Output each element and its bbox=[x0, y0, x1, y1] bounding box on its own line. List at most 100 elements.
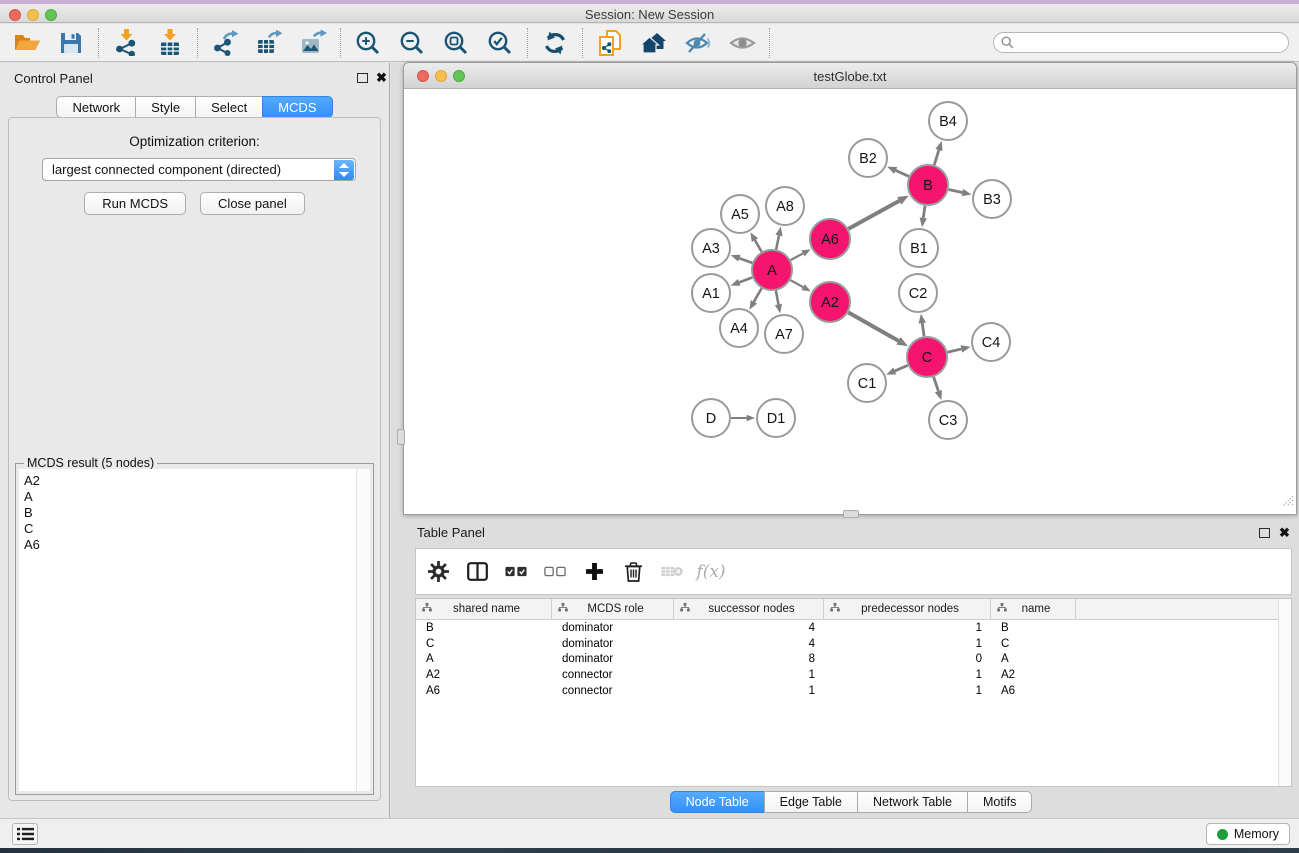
unselect-all-columns-icon[interactable] bbox=[544, 560, 566, 584]
zoom-fit-icon[interactable] bbox=[442, 29, 470, 57]
column-header-shared-name[interactable]: shared name bbox=[416, 599, 552, 619]
table-panel-float-icon[interactable] bbox=[1259, 528, 1270, 538]
hide-graphics-details-icon[interactable] bbox=[684, 29, 712, 57]
refresh-layout-icon[interactable] bbox=[541, 29, 569, 57]
table-scrollbar[interactable] bbox=[1278, 599, 1291, 786]
edge-C-C2[interactable] bbox=[922, 323, 924, 336]
table-row-b[interactable]: Bdominator41B bbox=[416, 620, 1291, 636]
edge-A6-B[interactable] bbox=[848, 201, 899, 229]
mcds-result-list[interactable]: A2ABCA6 bbox=[19, 469, 370, 791]
edge-A-A4[interactable] bbox=[754, 288, 762, 302]
zoom-out-icon[interactable] bbox=[398, 29, 426, 57]
show-column-panel-icon[interactable] bbox=[466, 560, 488, 584]
table-row-a6[interactable]: A6connector11A6 bbox=[416, 683, 1291, 699]
node-label-d1: D1 bbox=[767, 411, 786, 427]
column-header-mcds-role[interactable]: MCDS role bbox=[552, 599, 674, 619]
edge-B-B1[interactable] bbox=[923, 206, 925, 218]
edge-C-C1[interactable] bbox=[895, 365, 908, 371]
result-item-a[interactable]: A bbox=[19, 489, 370, 505]
table-row-a2[interactable]: A2connector11A2 bbox=[416, 667, 1291, 683]
edge-A2-C[interactable] bbox=[848, 312, 898, 340]
result-item-b[interactable]: B bbox=[19, 505, 370, 521]
select-stepper-icon bbox=[334, 160, 354, 180]
function-builder-icon[interactable]: f(x) bbox=[700, 560, 722, 584]
import-network-icon[interactable] bbox=[112, 29, 140, 57]
export-group bbox=[198, 28, 341, 58]
result-item-c[interactable]: C bbox=[19, 521, 370, 537]
network-window-title: testGlobe.txt bbox=[404, 69, 1296, 84]
result-item-a6[interactable]: A6 bbox=[19, 537, 370, 553]
tab-node-table[interactable]: Node Table bbox=[670, 791, 765, 813]
edge-B-B3[interactable] bbox=[949, 189, 963, 192]
import-table-icon[interactable] bbox=[156, 29, 184, 57]
control-panel-close-icon[interactable]: ✖ bbox=[376, 72, 387, 84]
horizontal-splitter-handle[interactable] bbox=[843, 510, 859, 518]
network-graph[interactable]: B4B2BB3B1A5A8A3A6AA1A2C2A4A7CC4C1C3DD1 bbox=[405, 89, 1295, 513]
zoom-selected-icon[interactable] bbox=[486, 29, 514, 57]
list-icon bbox=[17, 827, 34, 841]
edge-C-C4[interactable] bbox=[947, 349, 961, 352]
edge-B-B2[interactable] bbox=[896, 170, 909, 176]
zoom-in-icon[interactable] bbox=[354, 29, 382, 57]
column-header-successor-nodes[interactable]: successor nodes bbox=[674, 599, 824, 619]
table-row-c[interactable]: Cdominator41C bbox=[416, 636, 1291, 652]
vertical-splitter-handle[interactable] bbox=[397, 429, 405, 445]
edge-A-A7[interactable] bbox=[776, 291, 779, 305]
control-panel-tabs: NetworkStyleSelectMCDS bbox=[0, 96, 389, 118]
select-all-columns-icon[interactable] bbox=[505, 560, 527, 584]
edge-A-A8[interactable] bbox=[776, 236, 779, 250]
export-image-icon[interactable] bbox=[299, 29, 327, 57]
export-table-icon[interactable] bbox=[255, 29, 283, 57]
tab-select[interactable]: Select bbox=[195, 96, 263, 118]
criterion-select[interactable]: largest connected component (directed) bbox=[42, 158, 356, 181]
table-row-a[interactable]: Adominator80A bbox=[416, 652, 1291, 668]
export-network-icon[interactable] bbox=[211, 29, 239, 57]
show-graphics-details-icon[interactable] bbox=[728, 29, 756, 57]
table-settings-gear-icon[interactable] bbox=[427, 560, 449, 584]
delete-table-icon[interactable] bbox=[661, 560, 683, 584]
node-label-b3: B3 bbox=[983, 192, 1001, 208]
edge-B-B4[interactable] bbox=[934, 150, 939, 165]
result-item-a2[interactable]: A2 bbox=[19, 473, 370, 489]
tab-style[interactable]: Style bbox=[135, 96, 196, 118]
edge-A-A5[interactable] bbox=[755, 240, 762, 252]
save-session-icon[interactable] bbox=[57, 29, 85, 57]
column-header-predecessor-nodes[interactable]: predecessor nodes bbox=[824, 599, 991, 619]
edge-A-A6[interactable] bbox=[791, 253, 803, 260]
tab-motifs[interactable]: Motifs bbox=[967, 791, 1032, 813]
delete-column-trash-icon[interactable] bbox=[622, 560, 644, 584]
cell-predecessor-nodes: 1 bbox=[824, 685, 991, 697]
node-label-a7: A7 bbox=[775, 327, 793, 343]
tab-edge-table[interactable]: Edge Table bbox=[764, 791, 858, 813]
tab-mcds[interactable]: MCDS bbox=[262, 96, 332, 118]
import-group bbox=[99, 28, 198, 58]
network-window-titlebar[interactable]: testGlobe.txt bbox=[404, 63, 1296, 89]
mcds-result-title: MCDS result (5 nodes) bbox=[24, 456, 157, 470]
node-label-c2: C2 bbox=[909, 286, 928, 302]
edge-A-A3[interactable] bbox=[739, 258, 752, 263]
resize-grip-icon[interactable] bbox=[1281, 494, 1294, 512]
edge-C-C3[interactable] bbox=[934, 377, 939, 391]
search-input[interactable] bbox=[993, 32, 1289, 53]
criterion-value: largest connected component (directed) bbox=[52, 162, 281, 177]
tab-network-table[interactable]: Network Table bbox=[857, 791, 968, 813]
network-canvas[interactable]: B4B2BB3B1A5A8A3A6AA1A2C2A4A7CC4C1C3DD1 bbox=[405, 89, 1295, 513]
clone-network-icon[interactable] bbox=[596, 29, 624, 57]
create-column-plus-icon[interactable] bbox=[583, 560, 605, 584]
cell-successor-nodes: 4 bbox=[674, 638, 824, 650]
arrowhead-D-D1 bbox=[747, 415, 755, 422]
edge-A-A1[interactable] bbox=[739, 277, 752, 282]
tab-network[interactable]: Network bbox=[56, 96, 136, 118]
result-list-scrollbar[interactable] bbox=[356, 469, 370, 791]
run-mcds-button[interactable]: Run MCDS bbox=[84, 192, 186, 215]
home-icon[interactable] bbox=[640, 29, 668, 57]
column-header-name[interactable]: name bbox=[991, 599, 1076, 619]
control-panel-float-icon[interactable] bbox=[357, 73, 368, 83]
table-panel-close-icon[interactable]: ✖ bbox=[1279, 527, 1290, 539]
open-file-icon[interactable] bbox=[13, 29, 41, 57]
arrowhead-A-A2 bbox=[802, 284, 811, 291]
task-history-button[interactable] bbox=[12, 823, 38, 845]
close-panel-button[interactable]: Close panel bbox=[200, 192, 305, 215]
edge-A-A2[interactable] bbox=[790, 280, 803, 287]
memory-button[interactable]: Memory bbox=[1206, 823, 1290, 845]
